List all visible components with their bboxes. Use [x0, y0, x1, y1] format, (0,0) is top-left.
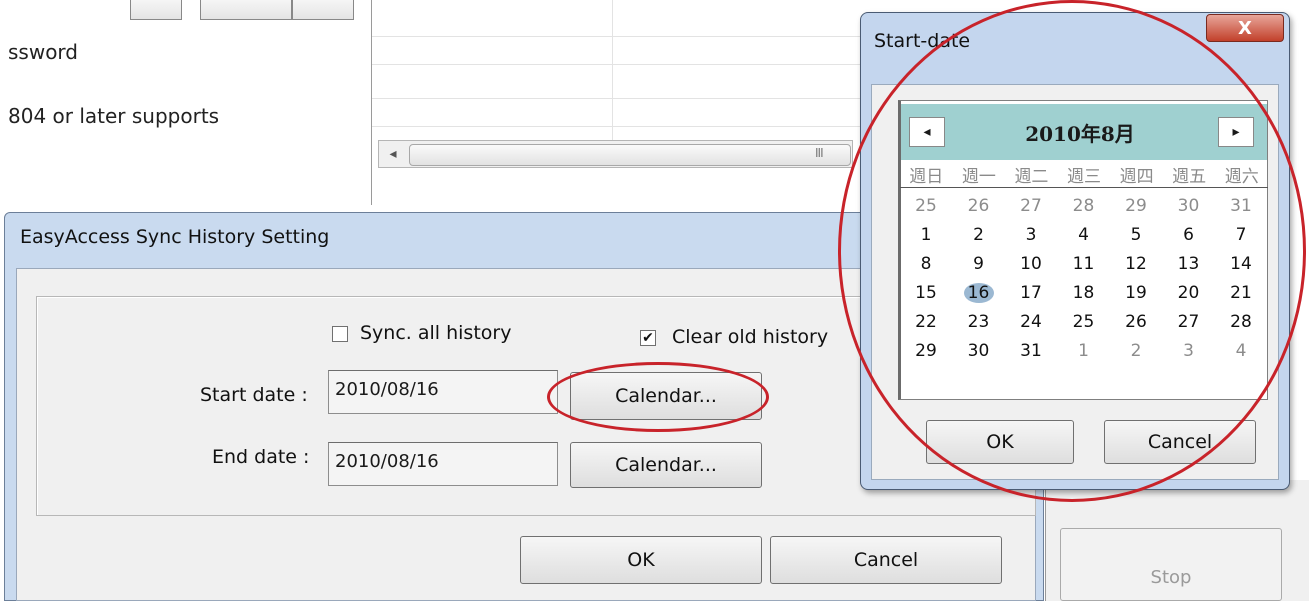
background-panel — [0, 0, 372, 205]
calendar-day[interactable]: 20 — [1174, 283, 1204, 303]
sync-all-label: Sync. all history — [360, 322, 512, 344]
calendar-day[interactable]: 27 — [1174, 312, 1204, 332]
calendar-day[interactable]: 12 — [1121, 254, 1151, 274]
weekday-label: 週三 — [1067, 167, 1102, 187]
sync-all-checkbox[interactable] — [332, 326, 348, 342]
calendar-day[interactable]: 21 — [1226, 283, 1256, 303]
calendar-day[interactable]: 25 — [1069, 312, 1099, 332]
cancel-button[interactable]: Cancel — [770, 536, 1002, 584]
calendar-day[interactable]: 26 — [964, 196, 994, 216]
calendar-day[interactable]: 25 — [911, 196, 941, 216]
calendar-day[interactable]: 3 — [1016, 225, 1046, 245]
scroll-grip-icon: III — [815, 146, 824, 160]
end-date-label: End date : — [212, 446, 310, 468]
check-icon: ✔ — [642, 330, 654, 346]
calendar-day[interactable]: 28 — [1226, 312, 1256, 332]
scroll-thumb[interactable]: III — [409, 144, 851, 166]
calendar-day[interactable]: 13 — [1174, 254, 1204, 274]
calendar-title: Start-date — [874, 30, 971, 52]
calendar-day[interactable]: 6 — [1174, 225, 1204, 245]
calendar-day[interactable]: 11 — [1069, 254, 1099, 274]
calendar-day[interactable]: 28 — [1069, 196, 1099, 216]
calendar-day[interactable]: 31 — [1016, 341, 1046, 361]
ok-button[interactable]: OK — [520, 536, 762, 584]
calendar-day[interactable]: 9 — [964, 254, 994, 274]
calendar-day[interactable]: 27 — [1016, 196, 1046, 216]
calendar-day[interactable]: 31 — [1226, 196, 1256, 216]
calendar-day[interactable]: 15 — [911, 283, 941, 303]
calendar-day[interactable]: 23 — [964, 312, 994, 332]
calendar-ok-button[interactable]: OK — [926, 420, 1074, 464]
calendar-day[interactable]: 2 — [964, 225, 994, 245]
calendar-day[interactable]: 7 — [1226, 225, 1256, 245]
calendar-day[interactable]: 4 — [1069, 225, 1099, 245]
weekday-label: 週二 — [1014, 167, 1049, 187]
weekday-label: 週五 — [1172, 167, 1207, 187]
month-label: 2010年8月 — [1025, 122, 1135, 146]
next-month-button[interactable]: ▸ — [1218, 117, 1254, 147]
start-calendar-button[interactable]: Calendar... — [570, 372, 762, 420]
scroll-left-icon[interactable]: ◂ — [383, 143, 403, 165]
calendar-day[interactable]: 4 — [1226, 341, 1256, 361]
weekday-label: 週日 — [909, 167, 944, 187]
horizontal-scrollbar[interactable]: ◂ III — [378, 140, 853, 168]
calendar-day[interactable]: 1 — [1069, 341, 1099, 361]
weekday-label: 週六 — [1224, 167, 1259, 187]
close-button[interactable]: X — [1206, 14, 1284, 42]
calendar-day[interactable]: 17 — [1016, 283, 1046, 303]
chevron-right-icon: ▸ — [1232, 124, 1240, 140]
calendar-day[interactable]: 29 — [911, 341, 941, 361]
calendar-day[interactable]: 2 — [1121, 341, 1151, 361]
calendar-day[interactable]: 10 — [1016, 254, 1046, 274]
password-text: ssword — [8, 40, 78, 64]
calendar-day[interactable]: 3 — [1174, 341, 1204, 361]
calendar-day[interactable]: 8 — [911, 254, 941, 274]
calendar-day[interactable]: 5 — [1121, 225, 1151, 245]
close-icon: X — [1238, 17, 1252, 39]
calendar-day[interactable]: 26 — [1121, 312, 1151, 332]
chevron-left-icon: ◂ — [923, 124, 931, 140]
calendar-day[interactable]: 29 — [1121, 196, 1151, 216]
start-date-field[interactable]: 2010/08/16 — [328, 370, 558, 414]
weekday-label: 週一 — [961, 167, 996, 187]
calendar-day[interactable]: 16 — [963, 283, 994, 303]
calendar-day[interactable]: 19 — [1121, 283, 1151, 303]
weekday-row: 週日 週一 週二 週三 週四 週五 週六 — [900, 162, 1268, 188]
calendar-cancel-button[interactable]: Cancel — [1104, 420, 1256, 464]
calendar-day[interactable]: 30 — [1174, 196, 1204, 216]
background-grid — [372, 0, 872, 140]
prev-month-button[interactable]: ◂ — [909, 117, 945, 147]
weekday-label: 週四 — [1119, 167, 1154, 187]
calendar-day[interactable]: 18 — [1069, 283, 1099, 303]
clear-old-label: Clear old history — [672, 326, 829, 348]
end-date-field[interactable]: 2010/08/16 — [328, 442, 558, 486]
top-button-3[interactable] — [292, 0, 354, 20]
calendar-day[interactable]: 22 — [911, 312, 941, 332]
dialog-title: EasyAccess Sync History Setting — [20, 226, 330, 248]
clear-old-checkbox[interactable]: ✔ — [640, 330, 656, 346]
end-calendar-button[interactable]: Calendar... — [570, 442, 762, 488]
start-date-label: Start date : — [200, 384, 308, 406]
top-button-2[interactable] — [200, 0, 292, 20]
stop-button[interactable]: Stop — [1060, 528, 1282, 601]
supports-text: 804 or later supports — [8, 104, 220, 128]
calendar-day[interactable]: 1 — [911, 225, 941, 245]
calendar-day[interactable]: 24 — [1016, 312, 1046, 332]
top-button-1[interactable] — [130, 0, 182, 20]
calendar-day[interactable]: 14 — [1226, 254, 1256, 274]
calendar-day[interactable]: 30 — [964, 341, 994, 361]
